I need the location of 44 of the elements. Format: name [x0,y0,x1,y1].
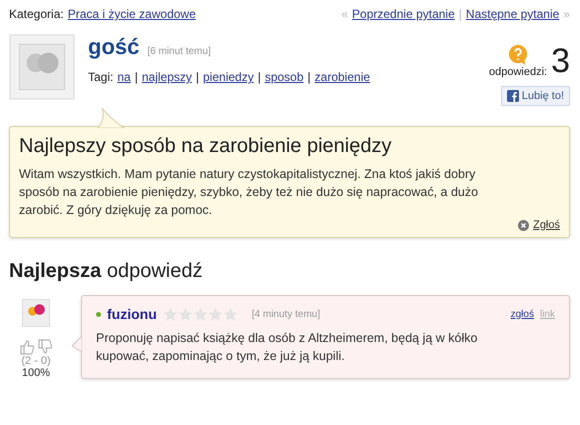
previous-question-link[interactable]: Poprzednie pytanie [352,7,455,21]
avatar-icon [22,299,50,327]
tag-link[interactable]: najlepszy [142,70,192,84]
section-heading: Najlepsza odpowiedź [9,260,204,283]
tag-link[interactable]: na [117,70,131,84]
report-link[interactable]: Zgłoś [518,219,560,231]
author-name[interactable]: gość [88,34,140,60]
next-question-link[interactable]: Następne pytanie [466,7,560,21]
vote-count: (2 - 0) [21,355,51,367]
answers-count: 3 [551,44,570,78]
vote-percent: 100% [22,367,50,379]
facebook-icon [506,90,519,102]
separator: | [308,70,311,84]
star-icon [208,306,223,322]
tag-link[interactable]: pieniedzy [203,70,254,84]
question-text: Witam wszystkich. Mam pytanie natury czystokapitalistycznej. Zna ktoś jakiś dobry sposób na zarobienie pieniędzy, szybko, żeby też nie dużo się napracować, a dużo zarobić. Z góry dziękuję za pomoc. [19,166,480,219]
category-label: Kategoria: [9,7,64,21]
report-link[interactable]: zgłoś [510,308,534,320]
tag-link[interactable]: sposob [264,70,304,84]
tag-link[interactable]: zarobienie [314,70,370,84]
star-icon [162,306,178,322]
previous-arrow: « [341,7,348,21]
separator: | [196,70,199,84]
close-icon [518,220,530,230]
like-button[interactable]: Lubię to! [500,86,570,106]
post-time: [4 minuty temu] [252,308,322,320]
next-arrow: » [563,7,570,21]
star-icon [178,306,193,322]
answer-text: Proponuję napisać książkę dla osób z Altzheimerem, będą ją w kółko kupować, zapominając o tym, że już ją kupili. [96,330,478,365]
answers-label: odpowiedzi: [488,66,548,78]
star-icon [222,306,238,322]
separator: | [134,70,138,84]
author-name[interactable]: fuzionu [107,306,157,322]
tags-label: Tagi: [88,70,114,84]
separator: | [258,70,261,84]
post-time: [6 minut temu] [147,46,211,57]
category-link[interactable]: Praca i życie zawodowe [68,7,196,21]
star-icon [192,306,208,322]
separator: | [458,7,462,21]
thumbs-down-icon [37,339,53,355]
question-bubble-icon [507,44,530,66]
question-title: Najlepszy sposób na zarobienie pieniędzy [19,134,392,159]
avatar-icon [9,34,75,100]
thumbs-up-icon [19,339,35,355]
